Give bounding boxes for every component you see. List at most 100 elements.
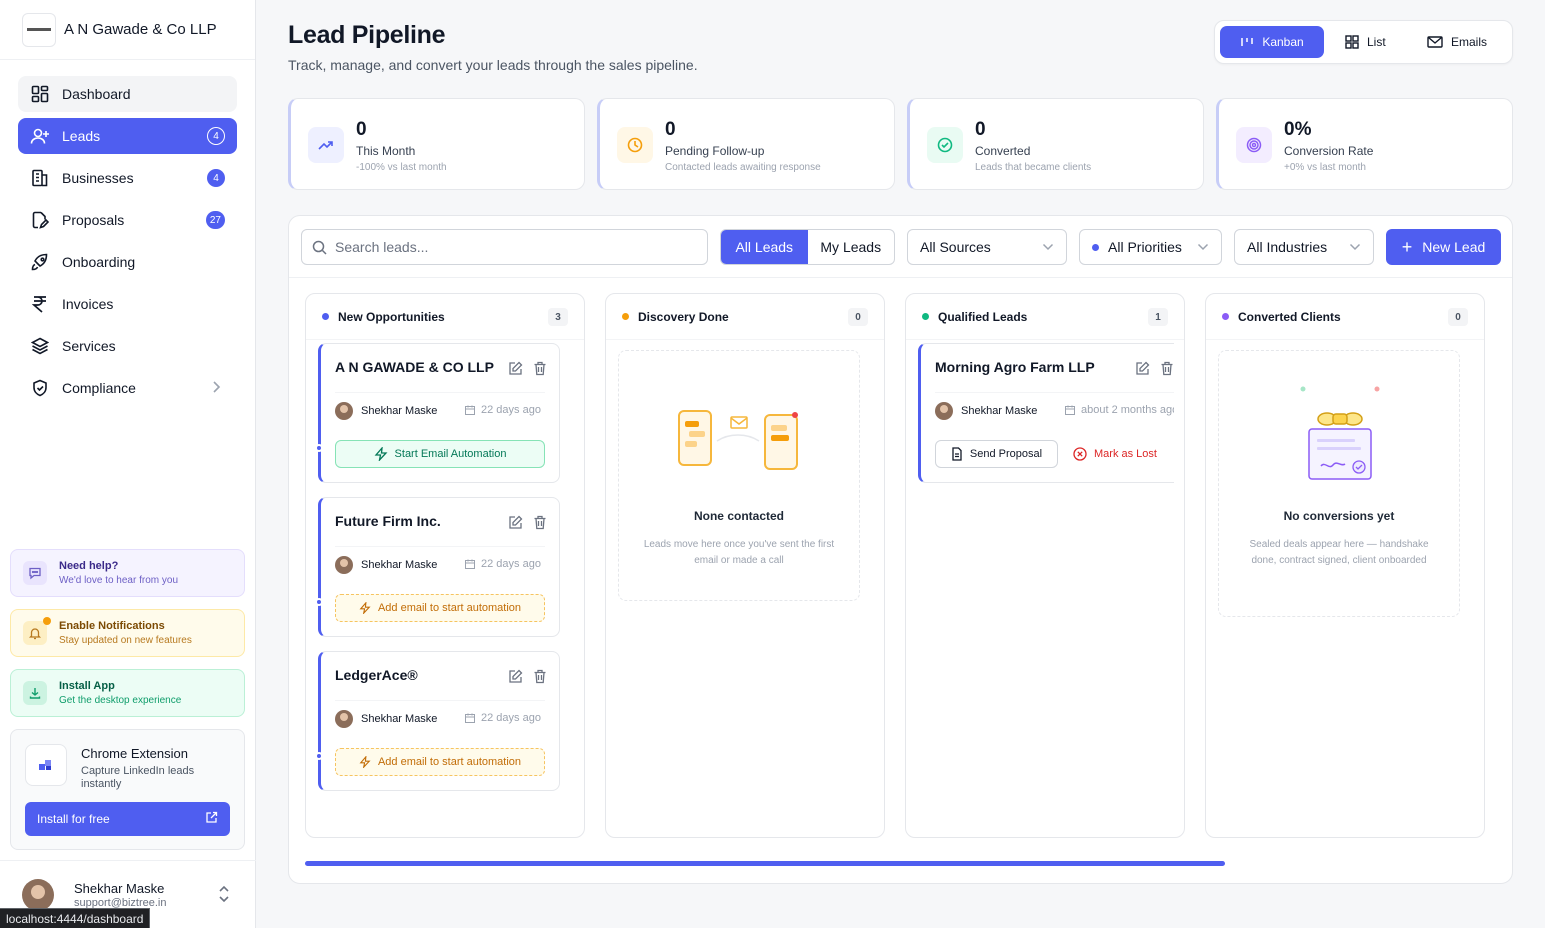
chevron-right-icon[interactable] <box>211 380 221 397</box>
install-button-label: Install for free <box>37 812 110 826</box>
column-qualified-leads: Qualified Leads 1 Morning Agro Farm LLP … <box>905 293 1185 838</box>
nav-label: Dashboard <box>62 86 131 102</box>
view-emails-button[interactable]: Emails <box>1415 26 1499 58</box>
brand[interactable]: A N Gawade & Co LLP <box>0 0 255 60</box>
lead-card[interactable]: Future Firm Inc. Shekhar Maske 22 days a… <box>315 497 560 637</box>
empty-title: No conversions yet <box>1283 509 1395 523</box>
industries-dropdown[interactable]: All Industries <box>1234 229 1374 265</box>
nav-item-onboarding[interactable]: Onboarding <box>18 244 237 280</box>
trash-icon[interactable] <box>1160 361 1174 376</box>
building-icon <box>30 168 50 188</box>
card-actions <box>498 669 547 684</box>
owner-avatar <box>335 402 353 420</box>
nav-item-services[interactable]: Services <box>18 328 237 364</box>
promo-sub: We'd love to hear from you <box>59 575 179 586</box>
kanban-board: Search leads... All Leads My Leads All S… <box>288 215 1513 884</box>
card-connector-dot <box>315 598 323 606</box>
new-lead-button[interactable]: + New Lead <box>1386 229 1501 265</box>
stat-label: Pending Follow-up <box>665 144 765 158</box>
enable-notifications-card[interactable]: Enable Notifications Stay updated on new … <box>10 609 245 657</box>
view-label: Kanban <box>1262 35 1304 49</box>
new-lead-label: New Lead <box>1422 239 1486 255</box>
extension-icon <box>25 744 67 786</box>
edit-icon[interactable] <box>508 515 523 530</box>
column-header: New Opportunities 3 <box>306 294 584 340</box>
lead-card[interactable]: A N GAWADE & CO LLP Shekhar Maske 22 day… <box>315 343 560 483</box>
card-actions <box>498 515 547 530</box>
download-icon <box>23 681 47 705</box>
brand-name: A N Gawade & Co LLP <box>64 21 217 38</box>
column-header: Converted Clients 0 <box>1206 294 1484 340</box>
x-circle-icon <box>1073 447 1087 461</box>
edit-icon[interactable] <box>508 361 523 376</box>
all-leads-tab[interactable]: All Leads <box>721 230 808 264</box>
lead-owner: Shekhar Maske <box>361 405 438 417</box>
mail-icon <box>1427 36 1443 48</box>
add-email-button[interactable]: Add email to start automation <box>335 594 545 622</box>
trash-icon[interactable] <box>533 669 547 684</box>
nav-item-proposals[interactable]: Proposals 27 <box>18 202 237 238</box>
edit-icon[interactable] <box>1135 361 1150 376</box>
nav-item-compliance[interactable]: Compliance <box>18 370 237 406</box>
need-help-card[interactable]: Need help? We'd love to hear from you <box>10 549 245 597</box>
kanban-icon <box>1240 36 1254 48</box>
priorities-dropdown[interactable]: All Priorities <box>1079 229 1222 265</box>
mark-as-lost-button[interactable]: Mark as Lost <box>1073 440 1157 468</box>
sources-dropdown[interactable]: All Sources <box>907 229 1067 265</box>
calendar-icon <box>465 559 475 569</box>
contract-illustration-icon <box>1293 381 1389 492</box>
search-input[interactable]: Search leads... <box>301 229 708 265</box>
send-proposal-button[interactable]: Send Proposal <box>935 440 1058 468</box>
chevron-down-icon <box>1197 243 1209 251</box>
stat-value: 0 <box>665 119 676 140</box>
brand-logo <box>22 12 56 47</box>
my-leads-tab[interactable]: My Leads <box>808 230 895 264</box>
trend-up-icon <box>308 127 344 163</box>
lead-date: 22 days ago <box>465 558 541 570</box>
date-text: about 2 months ago <box>1081 404 1174 416</box>
lead-card[interactable]: Morning Agro Farm LLP Shekhar Maske abou… <box>918 343 1174 483</box>
stat-label: Converted <box>975 144 1031 158</box>
column-dot <box>922 313 929 320</box>
nav-badge: 4 <box>207 169 225 187</box>
edit-icon[interactable] <box>508 669 523 684</box>
search-icon <box>312 240 327 255</box>
page-title: Lead Pipeline <box>288 21 446 49</box>
install-extension-button[interactable]: Install for free <box>25 802 230 836</box>
column-converted-clients: Converted Clients 0 No conversions yet S… <box>1205 293 1485 838</box>
nav-item-invoices[interactable]: Invoices <box>18 286 237 322</box>
priority-dot <box>1092 243 1099 251</box>
horizontal-scrollbar[interactable] <box>305 861 1225 866</box>
nav-item-businesses[interactable]: Businesses 4 <box>18 160 237 196</box>
stat-sub: Contacted leads awaiting response <box>665 162 821 173</box>
calendar-icon <box>465 405 475 415</box>
column-title: Discovery Done <box>638 309 729 324</box>
view-list-button[interactable]: List <box>1333 26 1398 58</box>
view-toggle: Kanban List Emails <box>1214 20 1513 64</box>
nav-item-dashboard[interactable]: Dashboard <box>18 76 237 112</box>
lead-card[interactable]: LedgerAce® Shekhar Maske 22 days ago Add… <box>315 651 560 791</box>
calendar-icon <box>465 713 475 723</box>
promo-title: Need help? <box>59 560 119 572</box>
column-count: 1 <box>1148 308 1168 326</box>
nav-item-leads[interactable]: Leads 4 <box>18 118 237 154</box>
clock-icon <box>617 127 653 163</box>
chevron-up-down-icon[interactable] <box>218 885 230 908</box>
nav-label: Businesses <box>62 170 134 186</box>
empty-title: None contacted <box>693 509 784 523</box>
extension-sub: Capture LinkedIn leads instantly <box>81 765 195 790</box>
install-app-card[interactable]: Install App Get the desktop experience <box>10 669 245 717</box>
add-email-button[interactable]: Add email to start automation <box>335 748 545 776</box>
trash-icon[interactable] <box>533 361 547 376</box>
card-actions <box>1125 361 1174 376</box>
stat-card-conversion-rate: 0% Conversion Rate +0% vs last month <box>1216 98 1513 190</box>
stat-label: Conversion Rate <box>1284 144 1374 158</box>
promo-title: Install App <box>59 680 115 692</box>
column-title: New Opportunities <box>338 309 445 324</box>
dropdown-value: All Priorities <box>1108 239 1182 255</box>
empty-state: None contacted Leads move here once you'… <box>618 350 860 601</box>
trash-icon[interactable] <box>533 515 547 530</box>
view-kanban-button[interactable]: Kanban <box>1220 26 1324 58</box>
divider <box>335 546 545 547</box>
start-email-automation-button[interactable]: Start Email Automation <box>335 440 545 468</box>
